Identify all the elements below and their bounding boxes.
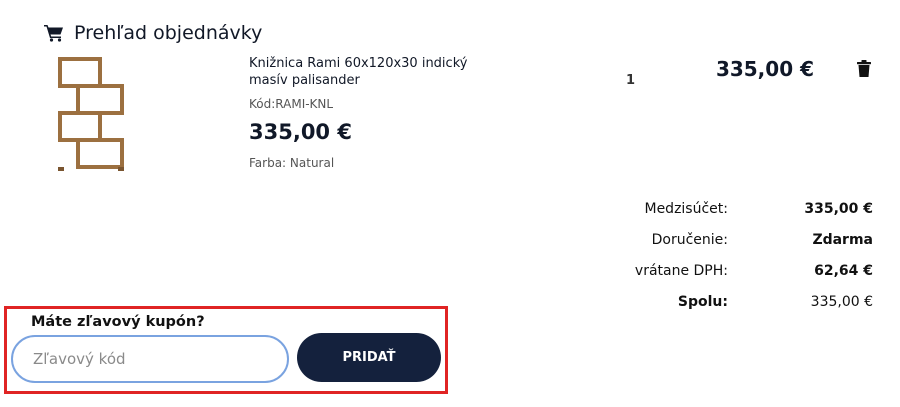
cart-icon [44,24,64,42]
total-value: 335,00 € [810,293,873,310]
total-label: Spolu: [677,293,728,310]
vat-label: vrátane DPH: [634,262,728,279]
quantity-value: 1 [626,73,636,88]
vat-value: 62,64 € [814,262,873,279]
product-name-link[interactable]: Knižnica Rami 60x120x30 indický masív pa… [249,55,509,89]
product-price: 335,00 € [249,120,352,144]
page-title: Prehľad objednávky [74,22,263,44]
delivery-label: Doručenie: [651,231,728,248]
line-total: 335,00 € [715,57,814,81]
product-thumbnail[interactable] [56,56,128,172]
subtotal-value: 335,00 € [804,200,873,217]
coupon-code-input[interactable] [11,335,289,383]
vat-row: vrátane DPH: 62,64 € [583,255,873,286]
order-summary-header: Prehľad objednávky [44,22,262,44]
trash-icon[interactable] [857,60,871,77]
delivery-row: Doručenie: Zdarma [583,224,873,255]
total-row: Spolu: 335,00 € [583,286,873,317]
coupon-title: Máte zľavový kupón? [31,314,205,330]
coupon-section: Máte zľavový kupón? PRIDAŤ [4,306,448,394]
add-coupon-button[interactable]: PRIDAŤ [297,333,441,382]
subtotal-row: Medzisúčet: 335,00 € [583,193,873,224]
product-code: Kód:RAMI-KNL [249,97,334,111]
subtotal-label: Medzisúčet: [644,200,728,217]
product-color: Farba: Natural [249,156,335,170]
price-summary: Medzisúčet: 335,00 € Doručenie: Zdarma v… [583,193,873,317]
delivery-value: Zdarma [812,231,873,248]
